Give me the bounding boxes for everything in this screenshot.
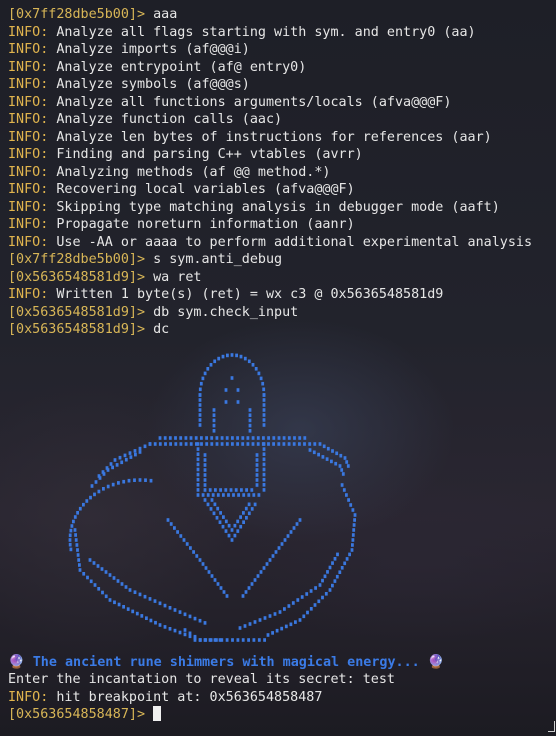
info-text: Analyze entrypoint (af@ entry0) xyxy=(48,59,307,75)
command-line: [0x5636548581d9]> wa ret xyxy=(8,269,552,287)
info-text: Use -AA or aaaa to perform additional ex… xyxy=(48,234,533,250)
info-tag: INFO: xyxy=(8,59,49,75)
info-tag: INFO: xyxy=(8,94,49,110)
info-text: Analyze imports (af@@@i) xyxy=(48,42,250,57)
info-text: Analyze all functions arguments/locals (… xyxy=(48,94,452,110)
command-text: aaa xyxy=(145,7,178,22)
program-output-text: Enter the incantation to reveal its secr… xyxy=(8,672,395,687)
prompt-address: [0x5636548581d9]> xyxy=(8,322,146,337)
prompt-address: [0x563654858487]> xyxy=(8,707,146,722)
info-message: INFO: Analyze function calls (aac) xyxy=(8,111,552,129)
command-line: [0x7ff28dbe5b00]> aaa xyxy=(8,6,552,24)
terminal-window[interactable]: [0x7ff28dbe5b00]> aaa INFO: Analyze all f… xyxy=(0,0,556,736)
info-message: INFO: Analyze imports (af@@@i) xyxy=(8,41,552,59)
command-line: [0x5636548581d9]> dc xyxy=(8,321,552,339)
info-message: INFO: Finding and parsing C++ vtables (a… xyxy=(8,146,552,164)
command-text: wa ret xyxy=(145,269,202,285)
crystal-ball-icon: 🔮 xyxy=(427,654,445,670)
info-tag: INFO: xyxy=(8,24,49,40)
info-text: hit breakpoint at: 0x563654858487 xyxy=(48,689,323,705)
info-tag: INFO: xyxy=(8,182,49,197)
command-text: dc xyxy=(145,322,170,337)
info-text: Analyze all flags starting with sym. and… xyxy=(48,24,476,40)
info-message: INFO: Analyze entrypoint (af@ entry0) xyxy=(8,59,552,77)
info-text: Analyze symbols (af@@@s) xyxy=(48,77,250,92)
info-tag: INFO: xyxy=(8,112,49,127)
info-message: INFO: Use -AA or aaaa to perform additio… xyxy=(8,234,552,252)
command-text xyxy=(145,707,153,722)
prompt-address: [0x5636548581d9]> xyxy=(8,269,146,285)
info-text: Finding and parsing C++ vtables (avrr) xyxy=(48,147,363,162)
command-text: s sym.anti_debug xyxy=(145,252,283,267)
command-text: db sym.check_input xyxy=(145,304,299,320)
info-text: Analyze len bytes of instructions for re… xyxy=(48,129,492,145)
info-tag: INFO: xyxy=(8,147,49,162)
info-text: Skipping type matching analysis in debug… xyxy=(48,199,500,215)
terminal-output: [0x7ff28dbe5b00]> aaa INFO: Analyze all f… xyxy=(8,6,552,724)
info-message: INFO: Skipping type matching analysis in… xyxy=(8,199,552,217)
info-text: Written 1 byte(s) (ret) = wx c3 @ 0x5636… xyxy=(48,287,444,302)
info-message: INFO: Recovering local variables (afva@@… xyxy=(8,181,552,199)
info-tag: INFO: xyxy=(8,689,49,705)
info-text: Analyze function calls (aac) xyxy=(48,112,283,127)
info-tag: INFO: xyxy=(8,234,49,250)
text-cursor[interactable] xyxy=(153,706,162,721)
info-text: Propagate noreturn information (aanr) xyxy=(48,217,355,232)
info-message: INFO: Analyze all flags starting with sy… xyxy=(8,24,552,42)
info-tag: INFO: xyxy=(8,129,49,145)
info-message: INFO: hit breakpoint at: 0x563654858487 xyxy=(8,689,552,707)
info-message: INFO: Analyze len bytes of instructions … xyxy=(8,129,552,147)
prompt-address: [0x5636548581d9]> xyxy=(8,304,146,320)
command-line: [0x7ff28dbe5b00]> s sym.anti_debug xyxy=(8,251,552,269)
info-tag: INFO: xyxy=(8,42,49,57)
info-message: INFO: Analyze symbols (af@@@s) xyxy=(8,76,552,94)
crystal-ball-icon: 🔮 xyxy=(8,654,25,670)
info-message: INFO: Written 1 byte(s) (ret) = wx c3 @ … xyxy=(8,286,552,304)
info-text: Recovering local variables (afva@@@F) xyxy=(48,182,355,197)
rune-banner-text: The ancient rune shimmers with magical e… xyxy=(24,654,428,670)
info-message: INFO: Analyze all functions arguments/lo… xyxy=(8,94,552,112)
info-message: INFO: Propagate noreturn information (aa… xyxy=(8,216,552,234)
info-message: INFO: Analyzing methods (af @@ method.*) xyxy=(8,164,552,182)
prompt-address: [0x7ff28dbe5b00]> xyxy=(8,252,146,267)
info-tag: INFO: xyxy=(8,77,49,92)
prompt-address: [0x7ff28dbe5b00]> xyxy=(8,7,146,22)
resize-handle[interactable] xyxy=(548,721,555,732)
program-output: Enter the incantation to reveal its secr… xyxy=(8,671,552,689)
info-tag: INFO: xyxy=(8,287,49,302)
command-input-line[interactable]: [0x563654858487]> xyxy=(8,706,552,724)
command-line: [0x5636548581d9]> db sym.check_input xyxy=(8,304,552,322)
info-tag: INFO: xyxy=(8,199,49,215)
rune-banner: 🔮 The ancient rune shimmers with magical… xyxy=(8,654,552,672)
info-text: Analyzing methods (af @@ method.*) xyxy=(48,164,331,180)
info-tag: INFO: xyxy=(8,217,49,232)
info-tag: INFO: xyxy=(8,164,49,180)
